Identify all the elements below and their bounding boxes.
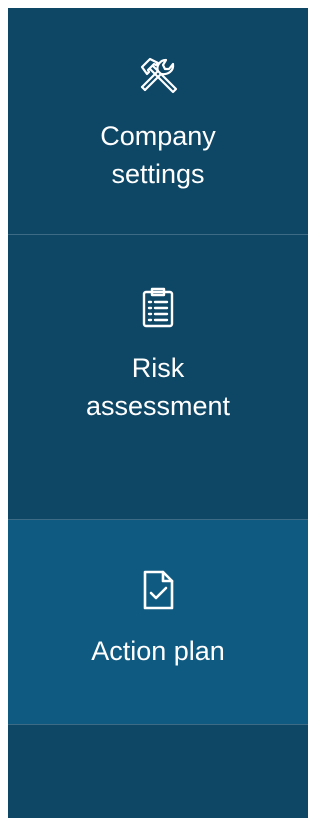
tools-icon bbox=[140, 57, 178, 94]
sidebar-item-action-plan[interactable]: Action plan bbox=[8, 520, 308, 725]
sidebar-item-label: Company settings bbox=[100, 121, 216, 189]
sidebar-item-company-settings[interactable]: Company settings bbox=[8, 8, 308, 235]
sidebar-item-label: Action plan bbox=[91, 636, 225, 666]
sidebar-item-label: Risk assessment bbox=[85, 353, 231, 421]
clipboard-list-icon bbox=[142, 287, 174, 328]
sidebar-item-risk-assessment[interactable]: Risk assessment bbox=[8, 235, 308, 520]
sidebar-nav: Company settings Risk assessment Action … bbox=[8, 8, 308, 818]
document-check-icon bbox=[143, 570, 174, 610]
